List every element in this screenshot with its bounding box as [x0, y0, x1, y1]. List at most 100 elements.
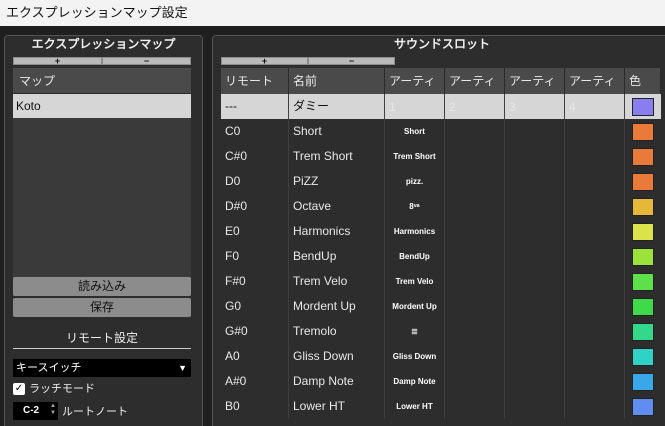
remote-cell[interactable]: D0: [221, 169, 289, 194]
table-row[interactable]: F0 BendUp BendUp: [221, 244, 661, 269]
name-cell[interactable]: Short: [289, 119, 385, 144]
articulation3-cell[interactable]: [505, 294, 565, 319]
articulation2-cell[interactable]: [445, 194, 505, 219]
table-row[interactable]: C#0 Trem Short Trem Short: [221, 144, 661, 169]
column-art3[interactable]: アーティ 3: [505, 68, 565, 114]
add-slot-button[interactable]: +: [221, 57, 308, 66]
articulation4-cell[interactable]: [565, 369, 625, 394]
name-cell[interactable]: ダミー: [289, 94, 385, 119]
remote-cell[interactable]: G#0: [221, 319, 289, 344]
articulation4-cell[interactable]: [565, 194, 625, 219]
articulation3-cell[interactable]: [505, 94, 565, 119]
articulation2-cell[interactable]: [445, 144, 505, 169]
articulation2-cell[interactable]: [445, 94, 505, 119]
articulation2-cell[interactable]: [445, 244, 505, 269]
articulation4-cell[interactable]: [565, 344, 625, 369]
name-cell[interactable]: Damp Note: [289, 369, 385, 394]
color-cell[interactable]: [625, 119, 661, 144]
name-cell[interactable]: Octave: [289, 194, 385, 219]
name-cell[interactable]: Harmonics: [289, 219, 385, 244]
color-swatch[interactable]: [632, 197, 654, 216]
articulation1-cell[interactable]: Harmonics: [385, 219, 445, 244]
articulation2-cell[interactable]: [445, 294, 505, 319]
articulation1-cell[interactable]: ≣: [385, 319, 445, 344]
articulation1-cell[interactable]: Mordent Up: [385, 294, 445, 319]
name-cell[interactable]: Trem Velo: [289, 269, 385, 294]
articulation1-cell[interactable]: BendUp: [385, 244, 445, 269]
color-swatch[interactable]: [632, 122, 654, 141]
color-cell[interactable]: [625, 144, 661, 169]
column-name[interactable]: 名前: [289, 68, 385, 94]
color-swatch[interactable]: [632, 347, 654, 366]
remote-cell[interactable]: F0: [221, 244, 289, 269]
remove-map-button[interactable]: −: [102, 57, 191, 66]
articulation1-cell[interactable]: Gliss Down: [385, 344, 445, 369]
articulation4-cell[interactable]: [565, 219, 625, 244]
table-row[interactable]: C0 Short Short: [221, 119, 661, 144]
articulation2-cell[interactable]: [445, 319, 505, 344]
remote-type-dropdown[interactable]: キースイッチ ▼: [13, 359, 191, 377]
color-cell[interactable]: [625, 294, 661, 319]
articulation3-cell[interactable]: [505, 244, 565, 269]
color-swatch[interactable]: [632, 397, 654, 416]
articulation2-cell[interactable]: [445, 394, 505, 419]
table-row[interactable]: G#0 Tremolo ≣: [221, 319, 661, 344]
column-color[interactable]: 色: [625, 68, 661, 94]
remote-cell[interactable]: D#0: [221, 194, 289, 219]
name-cell[interactable]: BendUp: [289, 244, 385, 269]
remote-cell[interactable]: A0: [221, 344, 289, 369]
color-cell[interactable]: [625, 244, 661, 269]
articulation3-cell[interactable]: [505, 269, 565, 294]
table-row[interactable]: F#0 Trem Velo Trem Velo: [221, 269, 661, 294]
table-row[interactable]: G0 Mordent Up Mordent Up: [221, 294, 661, 319]
remote-cell[interactable]: F#0: [221, 269, 289, 294]
remote-cell[interactable]: B0: [221, 394, 289, 419]
articulation2-cell[interactable]: [445, 369, 505, 394]
color-cell[interactable]: [625, 369, 661, 394]
articulation1-cell[interactable]: Short: [385, 119, 445, 144]
articulation2-cell[interactable]: [445, 269, 505, 294]
column-remote[interactable]: リモート: [221, 68, 289, 94]
articulation4-cell[interactable]: [565, 294, 625, 319]
articulation1-cell[interactable]: Trem Velo: [385, 269, 445, 294]
remote-cell[interactable]: E0: [221, 219, 289, 244]
color-swatch[interactable]: [632, 297, 654, 316]
articulation4-cell[interactable]: [565, 119, 625, 144]
articulation4-cell[interactable]: [565, 94, 625, 119]
articulation3-cell[interactable]: [505, 319, 565, 344]
latch-mode-row[interactable]: ✓ ラッチモード: [13, 382, 95, 396]
color-swatch[interactable]: [632, 247, 654, 266]
color-cell[interactable]: [625, 394, 661, 419]
articulation3-cell[interactable]: [505, 344, 565, 369]
remove-slot-button[interactable]: −: [308, 57, 395, 66]
save-button[interactable]: 保存: [13, 298, 191, 317]
articulation4-cell[interactable]: [565, 244, 625, 269]
color-swatch[interactable]: [632, 272, 654, 291]
table-row[interactable]: E0 Harmonics Harmonics: [221, 219, 661, 244]
articulation3-cell[interactable]: [505, 144, 565, 169]
color-cell[interactable]: [625, 269, 661, 294]
table-row[interactable]: --- ダミー: [221, 94, 661, 119]
articulation3-cell[interactable]: [505, 119, 565, 144]
name-cell[interactable]: Mordent Up: [289, 294, 385, 319]
latch-mode-checkbox[interactable]: ✓: [13, 383, 25, 395]
articulation4-cell[interactable]: [565, 269, 625, 294]
color-swatch[interactable]: [632, 97, 654, 116]
column-art1[interactable]: アーティ 1: [385, 68, 445, 114]
articulation3-cell[interactable]: [505, 394, 565, 419]
color-cell[interactable]: [625, 194, 661, 219]
articulation4-cell[interactable]: [565, 144, 625, 169]
column-art4[interactable]: アーティ 4: [565, 68, 625, 114]
color-swatch[interactable]: [632, 147, 654, 166]
table-row[interactable]: D#0 Octave 8ᵛᵃ: [221, 194, 661, 219]
color-cell[interactable]: [625, 169, 661, 194]
articulation1-cell[interactable]: pizz.: [385, 169, 445, 194]
articulation2-cell[interactable]: [445, 169, 505, 194]
articulation3-cell[interactable]: [505, 369, 565, 394]
load-button[interactable]: 読み込み: [13, 277, 191, 296]
color-swatch[interactable]: [632, 372, 654, 391]
color-swatch[interactable]: [632, 172, 654, 191]
articulation3-cell[interactable]: [505, 169, 565, 194]
stepper-arrows-icon[interactable]: ▲ ▼: [50, 403, 56, 417]
articulation2-cell[interactable]: [445, 119, 505, 144]
